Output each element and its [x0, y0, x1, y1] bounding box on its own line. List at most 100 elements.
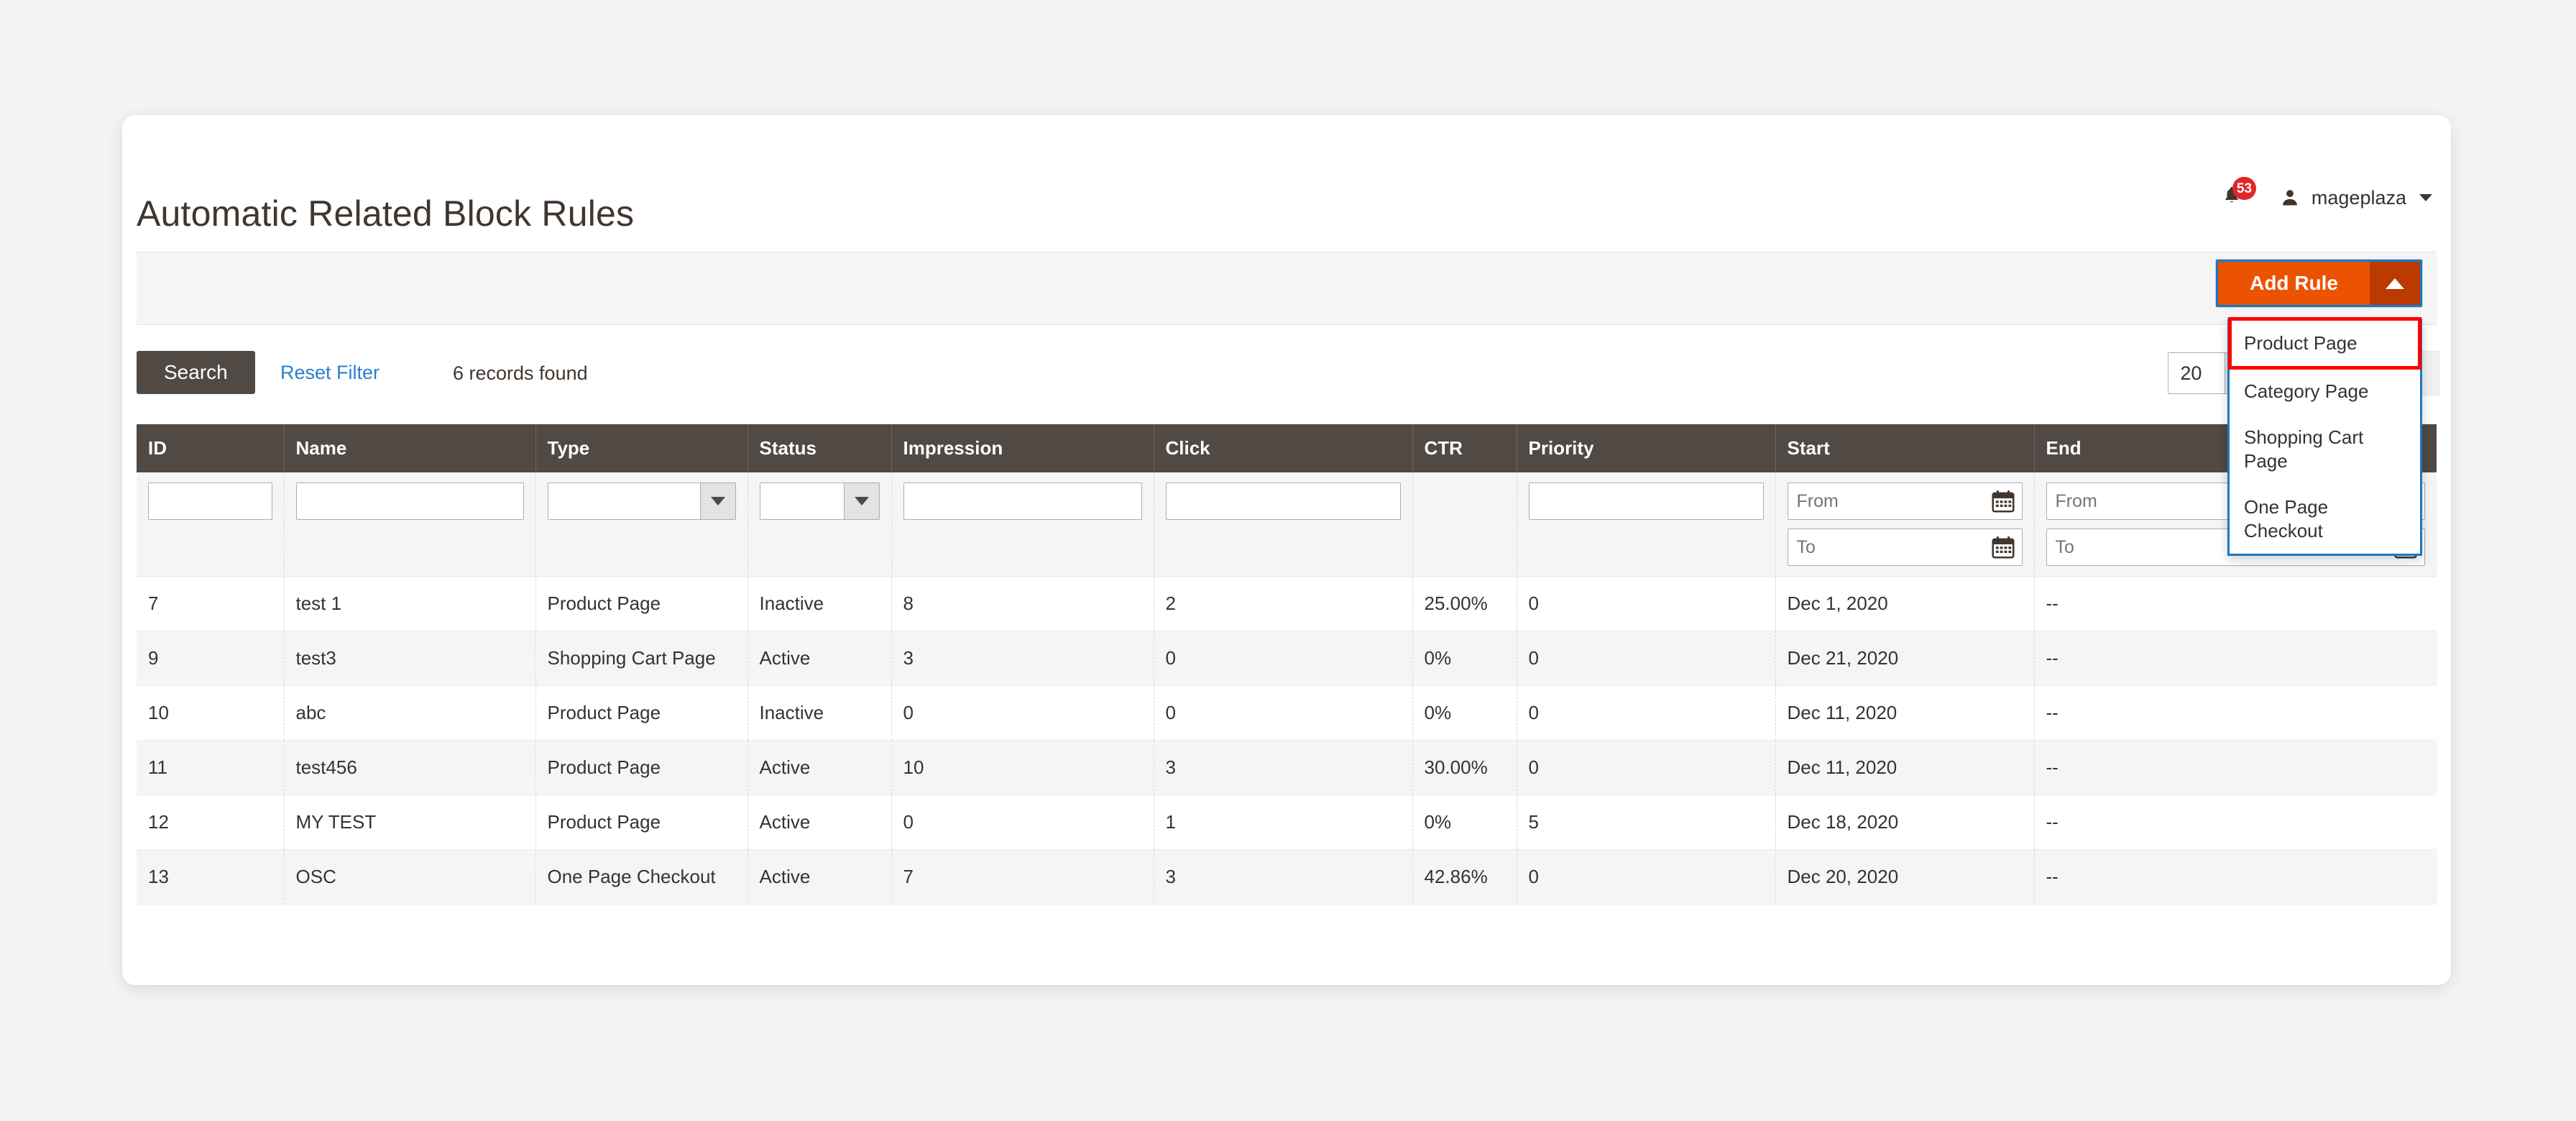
column-header-id[interactable]: ID: [137, 424, 285, 472]
table-row[interactable]: 12 MY TEST Product Page Active 0 1 0% 5 …: [137, 795, 2437, 850]
cell-click: 0: [1154, 685, 1413, 741]
cell-name: OSC: [284, 849, 536, 905]
calendar-icon[interactable]: [1990, 534, 2017, 561]
table-row[interactable]: 13 OSC One Page Checkout Active 7 3 42.8…: [137, 849, 2437, 905]
per-page-value: 20: [2180, 362, 2202, 384]
cell-end: --: [2034, 849, 2437, 905]
cell-ctr: 42.86%: [1412, 849, 1517, 905]
reset-filter-link[interactable]: Reset Filter: [280, 362, 380, 384]
cell-id: 10: [137, 685, 285, 741]
page-title: Automatic Related Block Rules: [137, 193, 635, 234]
filter-input-priority[interactable]: [1528, 482, 1764, 520]
table-row[interactable]: 10 abc Product Page Inactive 0 0 0% 0 De…: [137, 685, 2437, 741]
caret-up-icon: [2386, 278, 2404, 289]
cell-type: Product Page: [535, 740, 748, 795]
cell-impression: 0: [891, 685, 1154, 741]
cell-start: Dec 11, 2020: [1775, 740, 2035, 795]
table-row[interactable]: 7 test 1 Product Page Inactive 8 2 25.00…: [137, 576, 2437, 631]
menu-item-shopping-cart-page[interactable]: Shopping Cart Page: [2230, 414, 2420, 484]
cell-end: --: [2034, 740, 2437, 795]
cell-end: --: [2034, 631, 2437, 686]
cell-start: Dec 1, 2020: [1775, 576, 2035, 631]
column-header-click[interactable]: Click: [1154, 424, 1413, 472]
cell-impression: 3: [891, 631, 1154, 686]
filter-input-start-to[interactable]: [1787, 529, 2023, 566]
menu-item-category-page[interactable]: Category Page: [2230, 368, 2420, 415]
table-row[interactable]: 9 test3 Shopping Cart Page Active 3 0 0%…: [137, 631, 2437, 686]
cell-start: Dec 20, 2020: [1775, 849, 2035, 905]
cell-name: MY TEST: [284, 795, 536, 850]
column-header-type[interactable]: Type: [535, 424, 748, 472]
cell-end: --: [2034, 795, 2437, 850]
cell-click: 1: [1154, 795, 1413, 850]
filter-input-id[interactable]: [148, 482, 272, 520]
calendar-icon[interactable]: [1990, 488, 2017, 515]
filter-input-name[interactable]: [295, 482, 524, 520]
filter-cell-priority: [1517, 472, 1776, 577]
grid-search-toolbar: Search Reset Filter 6 records found 20 p…: [137, 338, 2439, 417]
column-header-priority[interactable]: Priority: [1517, 424, 1776, 472]
menu-item-one-page-checkout[interactable]: One Page Checkout: [2230, 484, 2420, 554]
cell-ctr: 30.00%: [1412, 740, 1517, 795]
notification-count-badge: 53: [2232, 177, 2257, 200]
column-header-status[interactable]: Status: [748, 424, 892, 472]
filter-input-click[interactable]: [1165, 482, 1401, 520]
filter-date-start-to: [1787, 529, 2023, 566]
user-name: mageplaza: [2311, 186, 2406, 209]
cell-click: 2: [1154, 576, 1413, 631]
filter-cell-impression: [891, 472, 1154, 577]
add-rule-toggle-button[interactable]: [2370, 262, 2420, 305]
search-button[interactable]: Search: [137, 351, 255, 394]
cell-status: Active: [748, 631, 892, 686]
header-actions: 53 mageplaza: [2217, 177, 2432, 217]
user-icon: [2280, 188, 2300, 208]
user-menu[interactable]: mageplaza: [2280, 187, 2432, 209]
cell-end: --: [2034, 685, 2437, 741]
column-header-name[interactable]: Name: [284, 424, 536, 472]
cell-id: 12: [137, 795, 285, 850]
filter-input-start-from[interactable]: [1787, 482, 2023, 520]
grid-header-row: ID Name Type Status Impression Click CTR…: [137, 424, 2437, 472]
table-row[interactable]: 11 test456 Product Page Active 10 3 30.0…: [137, 740, 2437, 795]
cell-status: Inactive: [748, 685, 892, 741]
cell-id: 7: [137, 576, 285, 631]
filter-cell-id: [137, 472, 285, 577]
cell-priority: 0: [1517, 740, 1776, 795]
add-rule-split-button: Add Rule Product Page Category Page Shop…: [2216, 260, 2422, 556]
filter-input-impression[interactable]: [903, 482, 1142, 520]
filter-select-type[interactable]: [547, 482, 736, 520]
cell-ctr: 0%: [1412, 685, 1517, 741]
filter-select-status[interactable]: [759, 482, 880, 520]
cell-impression: 8: [891, 576, 1154, 631]
cell-priority: 0: [1517, 576, 1776, 631]
menu-item-product-page[interactable]: Product Page: [2228, 317, 2421, 370]
column-header-ctr[interactable]: CTR: [1412, 424, 1517, 472]
cell-priority: 0: [1517, 631, 1776, 686]
cell-name: test456: [284, 740, 536, 795]
cell-ctr: 0%: [1412, 631, 1517, 686]
filter-cell-start: [1775, 472, 2035, 577]
cell-name: test 1: [284, 576, 536, 631]
page-header: Automatic Related Block Rules 53 magepla…: [122, 115, 2451, 252]
page-actions-toolbar: Add Rule Product Page Category Page Shop…: [137, 252, 2437, 556]
filter-cell-type: [535, 472, 748, 577]
cell-click: 0: [1154, 631, 1413, 686]
cell-name: test3: [284, 631, 536, 686]
chevron-down-icon: [843, 483, 879, 519]
grid-filter-row: [137, 472, 2437, 577]
cell-click: 3: [1154, 849, 1413, 905]
cell-priority: 0: [1517, 685, 1776, 741]
cell-start: Dec 11, 2020: [1775, 685, 2035, 741]
column-header-start[interactable]: Start: [1775, 424, 2035, 472]
cell-type: Product Page: [535, 576, 748, 631]
notifications-button[interactable]: 53: [2217, 177, 2257, 217]
filter-cell-status: [748, 472, 892, 577]
add-rule-dropdown-menu: Product Page Category Page Shopping Cart…: [2227, 317, 2422, 556]
cell-impression: 10: [891, 740, 1154, 795]
add-rule-button[interactable]: Add Rule: [2218, 262, 2370, 305]
chevron-down-icon: [2419, 194, 2432, 201]
cell-status: Active: [748, 849, 892, 905]
cell-status: Active: [748, 740, 892, 795]
column-header-impression[interactable]: Impression: [891, 424, 1154, 472]
cell-impression: 7: [891, 849, 1154, 905]
